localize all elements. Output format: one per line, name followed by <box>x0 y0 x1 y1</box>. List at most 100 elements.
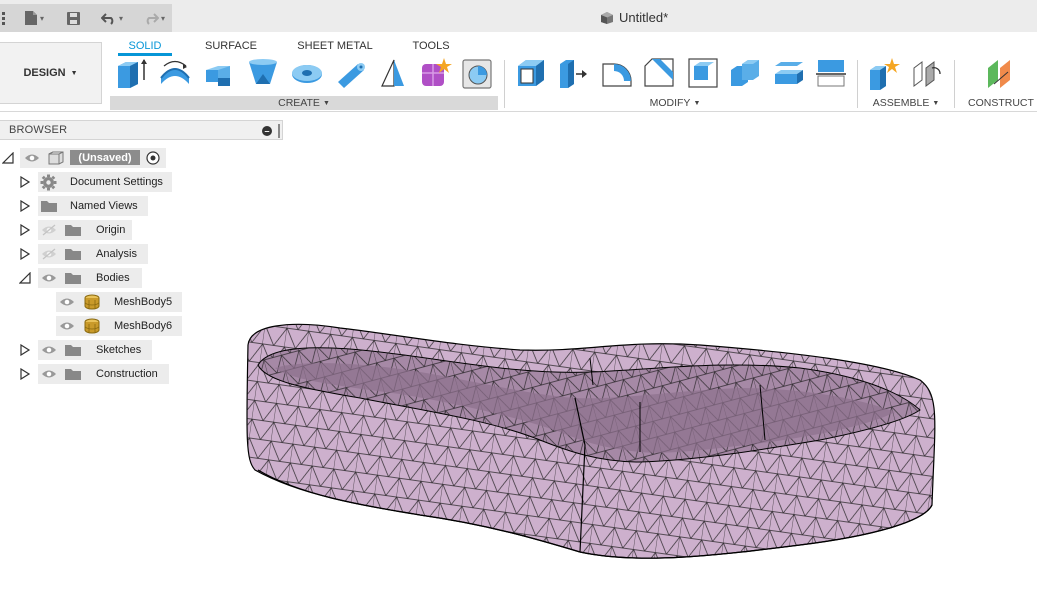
save-icon <box>66 11 80 25</box>
hidden-eye-icon[interactable] <box>41 224 57 236</box>
offset-plane-icon[interactable] <box>984 56 1018 90</box>
gear-icon <box>40 174 57 191</box>
file-menu-button[interactable]: ▾ <box>20 8 48 28</box>
redo-icon <box>146 13 159 25</box>
expand-triangle-icon[interactable] <box>19 200 31 212</box>
collapse-triangle-icon[interactable] <box>2 152 14 164</box>
folder-icon <box>65 345 81 356</box>
construct-menu-label: CONSTRUCT <box>968 97 1034 109</box>
tab-sheet-metal[interactable]: SHEET METAL <box>294 36 376 56</box>
press-pull-icon[interactable] <box>514 56 548 90</box>
workspace-label: DESIGN <box>23 67 66 79</box>
mesh-body-icon <box>84 318 100 334</box>
web-rib-icon[interactable] <box>378 56 412 90</box>
undo-button[interactable]: ▾ <box>96 8 128 28</box>
activate-component-radio-icon[interactable] <box>146 151 160 165</box>
expand-triangle-icon[interactable] <box>19 224 31 236</box>
browser-item-label: Construction <box>96 368 158 380</box>
visibility-eye-icon[interactable] <box>41 272 57 284</box>
title-bar: ▾ ▾ ▾ Untitled* <box>0 0 1037 32</box>
insert-mesh-icon[interactable] <box>460 56 494 90</box>
root-component-label: (Unsaved) <box>70 150 140 165</box>
visibility-eye-icon[interactable] <box>41 344 57 356</box>
workspace-switcher[interactable]: DESIGN ▼ <box>0 42 102 104</box>
browser-item-label: Document Settings <box>70 176 163 188</box>
browser-item-label: Bodies <box>96 272 130 284</box>
visibility-eye-icon[interactable] <box>59 296 75 308</box>
hole-icon[interactable] <box>290 56 324 90</box>
construct-menu[interactable]: CONSTRUCT▼ <box>962 96 1037 110</box>
browser-item-sketches[interactable]: Sketches <box>0 340 155 360</box>
chevron-down-icon: ▼ <box>693 99 701 107</box>
combine-icon[interactable] <box>728 56 762 90</box>
visibility-eye-icon[interactable] <box>41 368 57 380</box>
folder-icon <box>65 249 81 260</box>
folder-icon <box>65 225 81 236</box>
browser-item-document-settings[interactable]: Document Settings <box>0 172 175 192</box>
browser-panel-header: BROWSER – <box>0 120 283 140</box>
visibility-eye-icon[interactable] <box>59 320 75 332</box>
browser-item-bodies[interactable]: Bodies <box>0 268 145 288</box>
visibility-eye-icon[interactable] <box>24 152 40 164</box>
chevron-down-icon: ▼ <box>70 69 78 77</box>
browser-item-label: Origin <box>96 224 126 236</box>
browser-item-analysis[interactable]: Analysis <box>0 244 150 264</box>
chamfer-icon[interactable] <box>642 56 676 90</box>
modify-menu[interactable]: MODIFY ▼ <box>600 96 750 110</box>
expand-triangle-icon[interactable] <box>19 176 31 188</box>
document-title-text: Untitled* <box>619 10 669 25</box>
chevron-down-icon: ▼ <box>322 99 330 107</box>
split-body-icon[interactable] <box>814 56 848 90</box>
document-cube-icon <box>601 11 613 24</box>
pin-browser-button[interactable] <box>278 124 280 138</box>
browser-item-construction[interactable]: Construction <box>0 364 172 384</box>
folder-icon <box>65 369 81 380</box>
replace-face-icon[interactable] <box>772 56 806 90</box>
revolve-icon[interactable] <box>158 56 192 90</box>
ribbon-divider <box>857 60 858 108</box>
hidden-eye-icon[interactable] <box>41 248 57 260</box>
ribbon: DESIGN ▼ SOLID SURFACE SHEET METAL TOOLS… <box>0 32 1037 112</box>
modify-menu-label: MODIFY <box>649 97 691 109</box>
loft-icon[interactable] <box>246 56 280 90</box>
pipe-icon[interactable] <box>334 56 368 90</box>
create-menu[interactable]: CREATE ▼ <box>110 96 498 110</box>
expand-triangle-icon[interactable] <box>19 368 31 380</box>
mesh-body-viewport[interactable] <box>240 318 940 568</box>
fillet-icon[interactable] <box>600 56 634 90</box>
component-icon <box>48 151 64 165</box>
browser-item-origin[interactable]: Origin <box>0 220 135 240</box>
folder-icon <box>65 273 81 284</box>
ribbon-divider <box>954 60 955 108</box>
browser-item-named-views[interactable]: Named Views <box>0 196 150 216</box>
assemble-menu-label: ASSEMBLE <box>872 97 930 109</box>
collapse-triangle-icon[interactable] <box>19 272 31 284</box>
expand-triangle-icon[interactable] <box>19 248 31 260</box>
expand-triangle-icon[interactable] <box>19 344 31 356</box>
browser-item-meshbody5[interactable]: MeshBody5 <box>0 292 185 312</box>
browser-item-label: Sketches <box>96 344 142 356</box>
browser-item-label: Analysis <box>96 248 137 260</box>
tab-surface[interactable]: SURFACE <box>200 36 262 56</box>
shell-icon[interactable] <box>686 56 720 90</box>
assemble-menu[interactable]: ASSEMBLE ▼ <box>868 96 944 110</box>
collapse-browser-button[interactable]: – <box>262 126 272 136</box>
undo-icon <box>100 13 114 25</box>
new-component-icon[interactable] <box>866 56 900 90</box>
save-button[interactable] <box>64 8 82 28</box>
offset-face-icon[interactable] <box>556 56 590 90</box>
browser-item-meshbody6[interactable]: MeshBody6 <box>0 316 185 336</box>
create-form-icon[interactable] <box>420 56 454 90</box>
grid-menu-icon[interactable] <box>0 8 8 28</box>
new-component-extrude-icon[interactable] <box>114 56 148 90</box>
file-icon <box>24 11 37 25</box>
create-menu-label: CREATE <box>278 97 320 109</box>
chevron-down-icon: ▼ <box>932 99 940 107</box>
quick-access-toolbar: ▾ ▾ ▾ <box>0 4 172 32</box>
browser-title: BROWSER <box>9 124 68 136</box>
tab-tools[interactable]: TOOLS <box>406 36 456 56</box>
redo-button[interactable]: ▾ <box>138 8 170 28</box>
sweep-icon[interactable] <box>202 56 236 90</box>
joint-icon[interactable] <box>910 56 944 90</box>
mesh-body-icon <box>84 294 100 310</box>
